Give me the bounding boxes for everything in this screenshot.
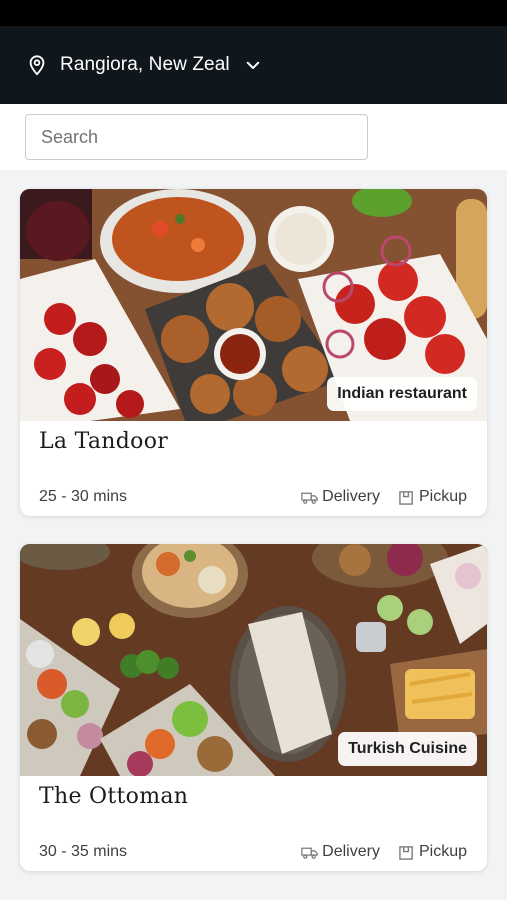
restaurant-card-the-ottoman[interactable]: Turkish Cuisine The Ottoman 30 - 35 mins… (20, 544, 487, 871)
cuisine-badge: Indian restaurant (327, 377, 477, 411)
location-label[interactable]: Rangiora, New Zeal (60, 54, 230, 76)
cuisine-badge: Turkish Cuisine (338, 732, 477, 766)
status-bar (0, 0, 507, 26)
truck-icon (301, 492, 318, 504)
search-bar (0, 104, 507, 170)
delivery-label: Delivery (322, 843, 380, 860)
delivery-option: Delivery (301, 843, 380, 861)
map-pin-icon (29, 55, 45, 76)
chevron-down-icon[interactable] (244, 56, 262, 74)
restaurant-name[interactable]: La Tandoor (20, 421, 487, 477)
pickup-option: Pickup (398, 843, 467, 861)
restaurant-image[interactable]: Turkish Cuisine (20, 544, 487, 776)
delivery-time: 30 - 35 mins (39, 843, 128, 860)
bag-icon (399, 490, 413, 505)
pickup-option: Pickup (398, 488, 467, 506)
restaurant-meta: 30 - 35 mins Delivery Pickup (20, 832, 487, 871)
pickup-label: Pickup (418, 488, 467, 505)
restaurant-meta: 25 - 30 mins Delivery Pickup (20, 477, 487, 516)
bag-icon (399, 845, 413, 860)
restaurant-card-la-tandoor[interactable]: Indian restaurant La Tandoor 25 - 30 min… (20, 189, 487, 516)
delivery-label: Delivery (322, 488, 380, 505)
delivery-option: Delivery (301, 488, 380, 506)
restaurant-image[interactable]: Indian restaurant (20, 189, 487, 421)
truck-icon (301, 847, 318, 859)
location-header[interactable]: Rangiora, New Zeal (0, 26, 507, 104)
restaurant-name[interactable]: The Ottoman (20, 776, 487, 832)
pickup-label: Pickup (418, 843, 467, 860)
restaurant-list: Indian restaurant La Tandoor 25 - 30 min… (0, 170, 507, 871)
delivery-time: 25 - 30 mins (39, 488, 128, 505)
search-input[interactable] (25, 114, 368, 160)
